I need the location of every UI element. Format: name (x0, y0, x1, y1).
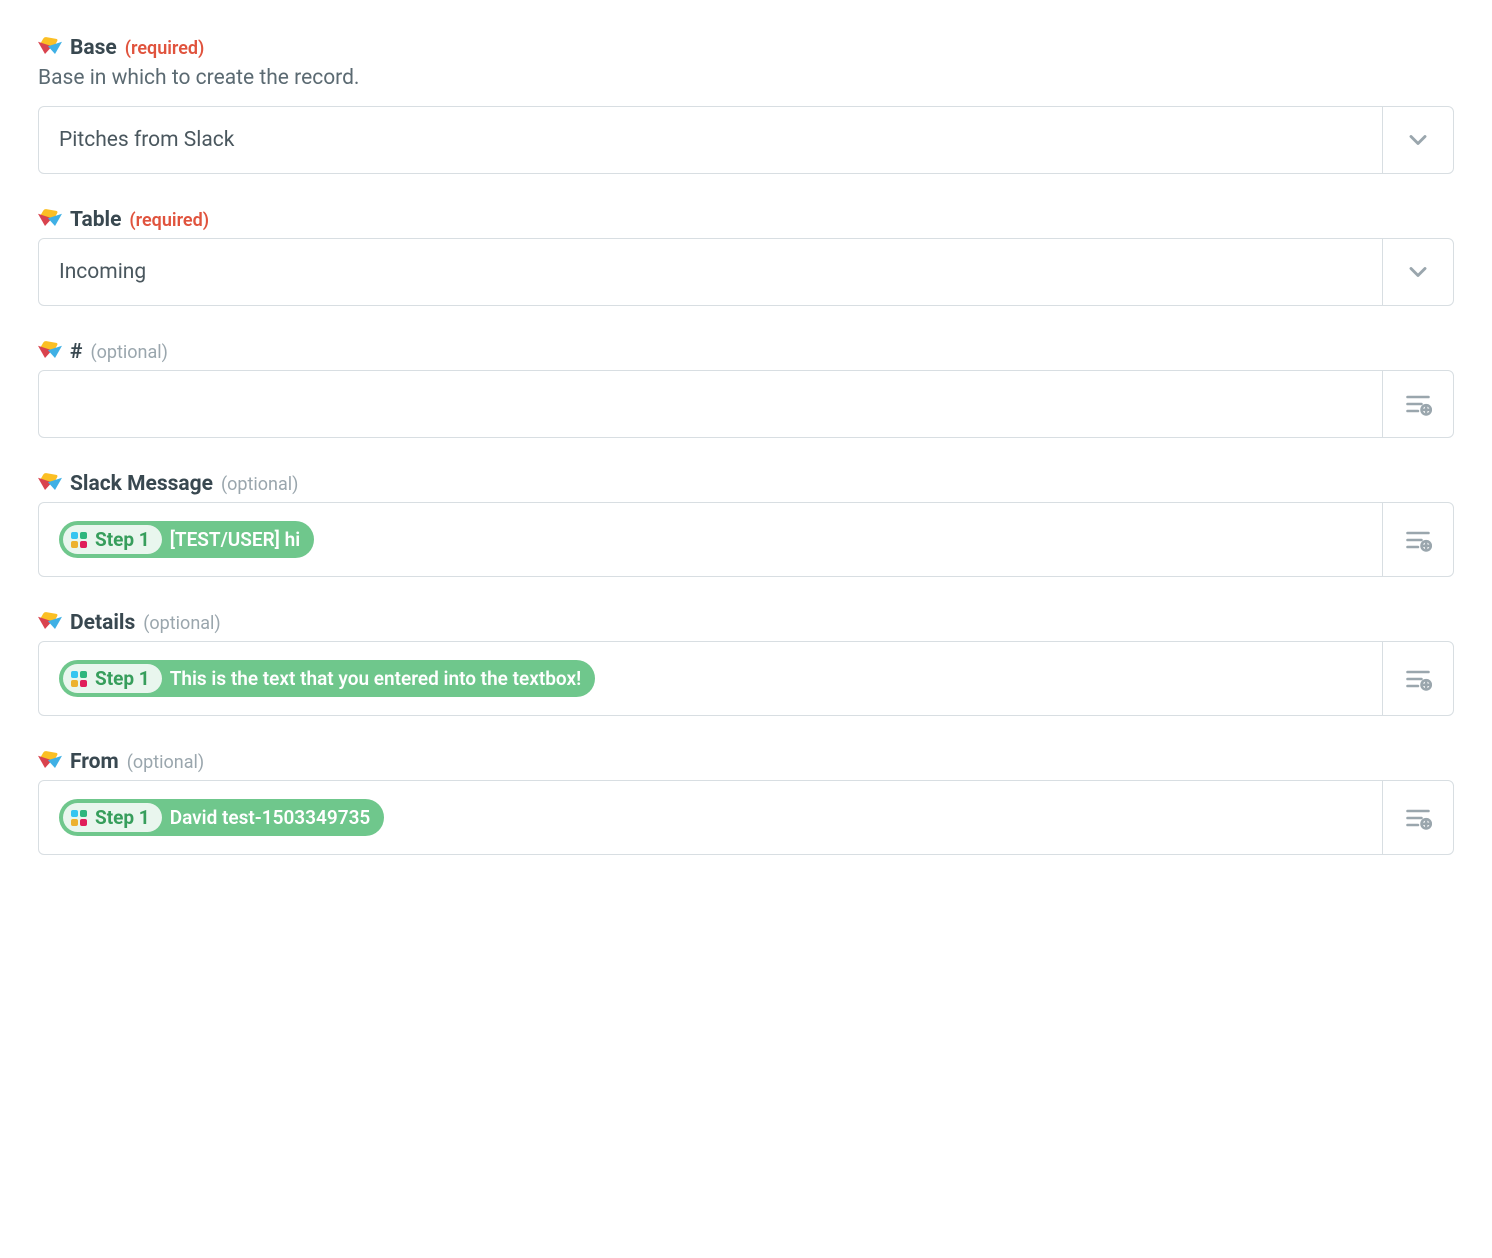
field-from: From (optional) Step 1 David test-150334… (38, 750, 1454, 855)
optional-badge: (optional) (127, 752, 204, 773)
field-label-base: Base (70, 36, 117, 60)
field-label-table: Table (70, 208, 121, 232)
slack-icon (69, 669, 89, 689)
optional-badge: (optional) (90, 342, 167, 363)
data-pill[interactable]: Step 1 [TEST/USER] hi (59, 521, 314, 558)
data-pill[interactable]: Step 1 This is the text that you entered… (59, 660, 595, 697)
optional-badge: (optional) (221, 474, 298, 495)
help-text-base: Base in which to create the record. (38, 66, 1454, 90)
insert-data-icon[interactable] (1382, 503, 1453, 576)
table-select-value: Incoming (39, 239, 1382, 305)
pill-value: [TEST/USER] hi (170, 528, 300, 551)
field-table: Table (required) Incoming (38, 208, 1454, 306)
from-input[interactable]: Step 1 David test-1503349735 (38, 780, 1454, 855)
airtable-icon (38, 613, 62, 633)
pill-value: David test-1503349735 (170, 806, 371, 829)
pill-value: This is the text that you entered into t… (170, 667, 581, 690)
slack-icon (69, 530, 89, 550)
insert-data-icon[interactable] (1382, 642, 1453, 715)
field-label-details: Details (70, 611, 135, 635)
hash-input-value (39, 371, 1382, 437)
field-details: Details (optional) Step 1 This is the te… (38, 611, 1454, 716)
airtable-icon (38, 752, 62, 772)
insert-data-icon[interactable] (1382, 781, 1453, 854)
slack-icon (69, 808, 89, 828)
optional-badge: (optional) (143, 613, 220, 634)
chevron-down-icon[interactable] (1382, 239, 1453, 305)
pill-step-label: Step 1 (95, 667, 150, 690)
field-label-hash: # (70, 340, 82, 364)
slack-message-input[interactable]: Step 1 [TEST/USER] hi (38, 502, 1454, 577)
airtable-icon (38, 342, 62, 362)
field-label-from: From (70, 750, 119, 774)
airtable-icon (38, 38, 62, 58)
data-pill[interactable]: Step 1 David test-1503349735 (59, 799, 384, 836)
airtable-icon (38, 210, 62, 230)
field-base: Base (required) Base in which to create … (38, 36, 1454, 174)
airtable-icon (38, 474, 62, 494)
field-label-slack-message: Slack Message (70, 472, 213, 496)
required-badge: (required) (129, 210, 209, 231)
details-input[interactable]: Step 1 This is the text that you entered… (38, 641, 1454, 716)
chevron-down-icon[interactable] (1382, 107, 1453, 173)
required-badge: (required) (125, 38, 205, 59)
field-hash: # (optional) (38, 340, 1454, 438)
hash-input[interactable] (38, 370, 1454, 438)
base-select-value: Pitches from Slack (39, 107, 1382, 173)
base-select[interactable]: Pitches from Slack (38, 106, 1454, 174)
insert-data-icon[interactable] (1382, 371, 1453, 437)
pill-step-label: Step 1 (95, 806, 150, 829)
table-select[interactable]: Incoming (38, 238, 1454, 306)
field-slack-message: Slack Message (optional) Step 1 [TEST/US… (38, 472, 1454, 577)
pill-step-label: Step 1 (95, 528, 150, 551)
